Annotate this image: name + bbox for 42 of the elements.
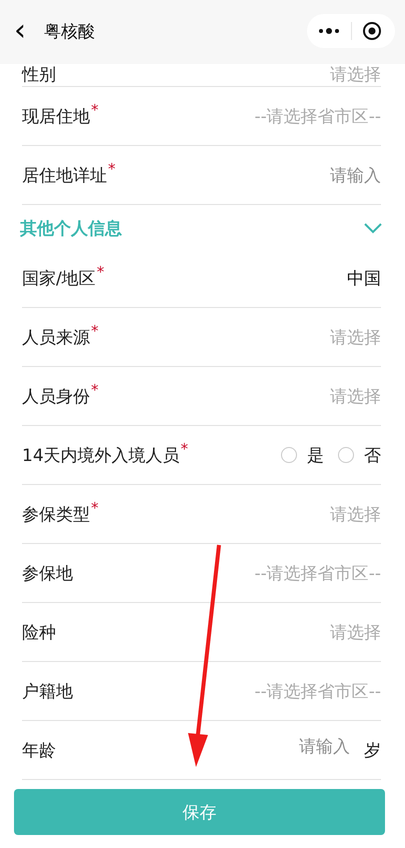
field-label: 人员来源 (22, 328, 90, 348)
required-mark: * (91, 322, 98, 340)
required-mark: * (91, 100, 98, 119)
radio-button[interactable] (338, 447, 354, 463)
select-field[interactable]: 请选择 (330, 502, 381, 526)
select-field[interactable]: 请选择 (330, 326, 381, 348)
select-field[interactable]: --请选择省市区-- (254, 562, 381, 584)
field-label: 参保地 (22, 564, 73, 584)
select-field[interactable]: 请选择 (330, 63, 381, 86)
required-mark: * (91, 380, 98, 399)
required-mark: * (180, 440, 188, 458)
select-field[interactable]: --请选择省市区-- (254, 104, 381, 128)
chevron-icon[interactable] (363, 222, 383, 234)
field-label: 人员身份 (22, 386, 90, 406)
field-label: 参保类型 (22, 504, 90, 524)
select-field[interactable]: 请选择 (330, 384, 381, 408)
field-label: 年龄 (22, 740, 56, 760)
field-label: 性别 (22, 65, 56, 85)
radio-label[interactable]: 是 (307, 444, 324, 466)
page-title: 粤核酸 (44, 20, 96, 42)
input-field[interactable]: 请输入 (330, 164, 381, 186)
field-label: 户籍地 (22, 682, 73, 702)
back-icon[interactable]: ‹ (14, 16, 30, 46)
field-label: 14天内境外入境人员 (22, 446, 180, 466)
select-field[interactable]: 请选择 (330, 620, 381, 644)
required-mark: * (96, 262, 104, 281)
radio-button[interactable] (281, 447, 297, 463)
radio-label[interactable]: 否 (364, 444, 381, 466)
input-field[interactable]: 请输入 (299, 735, 350, 758)
save-button[interactable]: 保存 (14, 789, 385, 835)
field-label: 险种 (22, 622, 56, 642)
select-field[interactable]: 中国 (347, 266, 381, 290)
select-field[interactable]: --请选择省市区-- (254, 680, 381, 702)
field-label: 现居住地 (22, 106, 90, 126)
field-label: 国家/地区 (22, 268, 96, 288)
required-mark: * (91, 498, 98, 517)
field-label: 居住地详址 (22, 166, 107, 186)
target-icon[interactable] (362, 21, 382, 41)
more-icon[interactable] (317, 27, 341, 35)
required-mark: * (108, 160, 116, 178)
section-title: 其他个人信息 (20, 218, 123, 240)
unit-label: 岁 (364, 740, 381, 762)
